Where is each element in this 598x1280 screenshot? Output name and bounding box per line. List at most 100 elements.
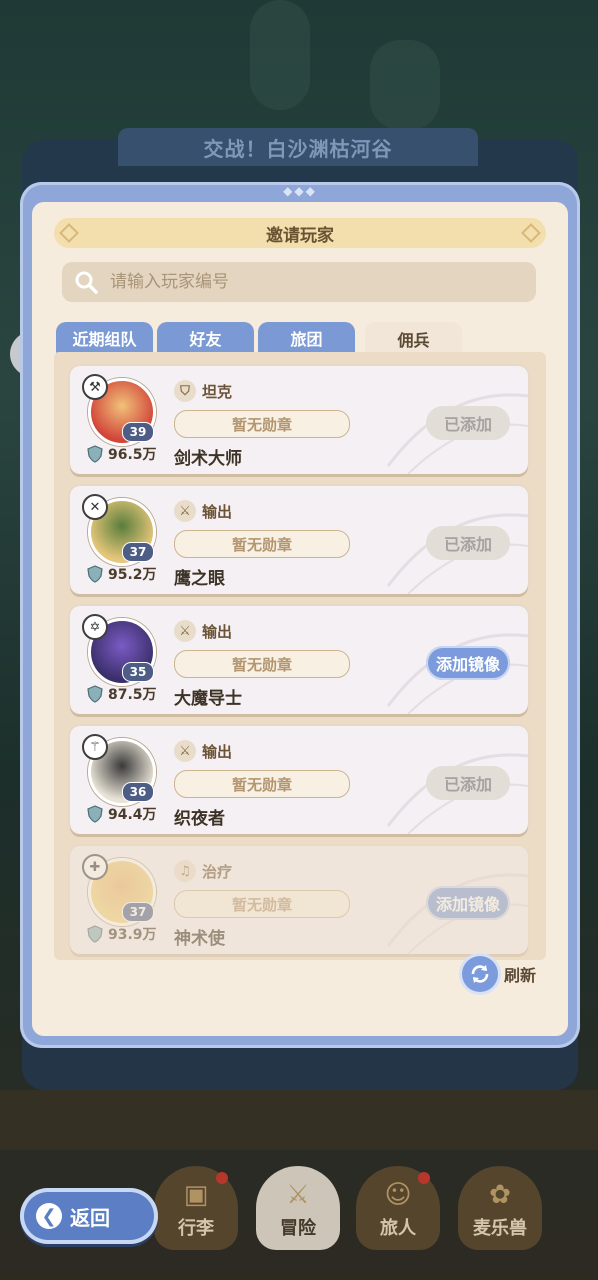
- refresh-icon: [461, 956, 498, 992]
- background-ground: [0, 1090, 598, 1150]
- tab-1[interactable]: 好友: [157, 322, 254, 354]
- nav-item-3[interactable]: ✿ 麦乐兽: [458, 1166, 542, 1250]
- role-label: 坦克: [202, 382, 233, 401]
- title-right-ornament: [521, 223, 541, 243]
- dialog-body: 邀请玩家 近期组队好友旅团佣兵 ⚒ 39 96.5万 ⛉ 坦克 暂无勋章 剑术大…: [32, 202, 568, 1036]
- background-rock: [370, 40, 440, 130]
- refresh-button[interactable]: 刷新: [461, 956, 536, 992]
- role-icon: ⛉: [174, 380, 196, 402]
- power-display: 95.2万: [86, 564, 157, 584]
- traveler-icon: ☺: [384, 1180, 412, 1210]
- power-shield-icon: [87, 565, 103, 583]
- role-icon: ⚔: [174, 740, 196, 762]
- player-role: ♫ 治疗: [174, 860, 232, 882]
- added-button[interactable]: 已添加: [426, 526, 510, 560]
- player-power: 96.5万: [108, 447, 157, 463]
- player-level: 37: [122, 902, 154, 922]
- crossed-swords-icon: ⚔: [286, 1180, 310, 1210]
- nav-item-0[interactable]: ▣ 行李: [154, 1166, 238, 1250]
- role-label: 治疗: [202, 862, 233, 881]
- search-bar[interactable]: [62, 262, 536, 302]
- player-level: 36: [122, 782, 154, 802]
- nav-label: 旅人: [380, 1218, 416, 1239]
- player-power: 87.5万: [108, 687, 157, 703]
- nav-label: 行李: [178, 1218, 214, 1239]
- player-name: 鹰之眼: [174, 569, 225, 589]
- bag-icon: ▣: [183, 1180, 209, 1210]
- back-label: 返回: [70, 1205, 110, 1230]
- player-level: 39: [122, 422, 154, 442]
- role-icon: ⚔: [174, 500, 196, 522]
- nav-label: 麦乐兽: [473, 1218, 527, 1239]
- player-card: ✚ 37 93.9万 ♫ 治疗 暂无勋章 神术使 添加镜像: [70, 846, 528, 954]
- player-name: 大魔导士: [174, 689, 242, 709]
- nav-item-1[interactable]: ⚔ 冒险: [256, 1166, 340, 1250]
- class-icon: ⚚: [82, 734, 108, 760]
- class-icon: ✚: [82, 854, 108, 880]
- added-button[interactable]: 已添加: [426, 766, 510, 800]
- medal-slot: 暂无勋章: [174, 650, 350, 678]
- tab-3[interactable]: 佣兵: [365, 322, 462, 356]
- role-label: 输出: [202, 502, 233, 521]
- player-card: ✡ 35 87.5万 ⚔ 输出 暂无勋章 大魔导士 添加镜像: [70, 606, 528, 714]
- role-icon: ♫: [174, 860, 196, 882]
- class-icon: ✡: [82, 614, 108, 640]
- player-power: 94.4万: [108, 807, 157, 823]
- add-mirror-button[interactable]: 添加镜像: [426, 886, 510, 920]
- notification-dot: [418, 1172, 430, 1184]
- power-shield-icon: [87, 805, 103, 823]
- background-header: 交战！白沙渊枯河谷: [118, 128, 478, 166]
- dialog-title-bar: 邀请玩家: [54, 218, 546, 248]
- back-button[interactable]: ❮ 返回: [20, 1188, 158, 1244]
- tab-0[interactable]: 近期组队: [56, 322, 153, 354]
- medal-slot: 暂无勋章: [174, 530, 350, 558]
- decor-diamonds: ◆◆◆: [283, 184, 317, 198]
- role-label: 输出: [202, 742, 233, 761]
- nav-item-2[interactable]: ☺ 旅人: [356, 1166, 440, 1250]
- class-icon: ⚒: [82, 374, 108, 400]
- medal-slot: 暂无勋章: [174, 770, 350, 798]
- search-icon: [75, 271, 98, 294]
- title-left-ornament: [59, 223, 79, 243]
- player-role: ⚔ 输出: [174, 740, 232, 762]
- power-display: 96.5万: [86, 444, 157, 464]
- refresh-label: 刷新: [503, 966, 536, 985]
- player-name: 织夜者: [174, 809, 225, 829]
- tab-2[interactable]: 旅团: [258, 322, 355, 354]
- added-button[interactable]: 已添加: [426, 406, 510, 440]
- player-card: ⚒ 39 96.5万 ⛉ 坦克 暂无勋章 剑术大师 已添加: [70, 366, 528, 474]
- role-label: 输出: [202, 622, 233, 641]
- player-card: ✕ 37 95.2万 ⚔ 输出 暂无勋章 鹰之眼 已添加: [70, 486, 528, 594]
- power-shield-icon: [87, 685, 103, 703]
- notification-dot: [216, 1172, 228, 1184]
- player-power: 95.2万: [108, 567, 157, 583]
- player-name: 剑术大师: [174, 449, 242, 469]
- player-role: ⛉ 坦克: [174, 380, 232, 402]
- player-card: ⚚ 36 94.4万 ⚔ 输出 暂无勋章 织夜者 已添加: [70, 726, 528, 834]
- background-rock: [250, 0, 310, 110]
- player-power: 93.9万: [108, 927, 157, 943]
- dialog-title: 邀请玩家: [266, 225, 334, 246]
- pet-icon: ✿: [489, 1180, 511, 1210]
- power-shield-icon: [87, 445, 103, 463]
- power-shield-icon: [87, 925, 103, 943]
- tab-bar: 近期组队 好友 旅团 佣兵: [56, 322, 462, 356]
- player-role: ⚔ 输出: [174, 500, 232, 522]
- power-display: 87.5万: [86, 684, 157, 704]
- player-id-input[interactable]: [108, 271, 536, 293]
- player-name: 神术使: [174, 929, 225, 949]
- player-list: ⚒ 39 96.5万 ⛉ 坦克 暂无勋章 剑术大师 已添加 ✕ 37 95.2万…: [54, 352, 546, 960]
- player-level: 35: [122, 662, 154, 682]
- back-arrow-icon: ❮: [36, 1203, 62, 1229]
- class-icon: ✕: [82, 494, 108, 520]
- medal-slot: 暂无勋章: [174, 890, 350, 918]
- add-mirror-button[interactable]: 添加镜像: [426, 646, 510, 680]
- player-level: 37: [122, 542, 154, 562]
- player-role: ⚔ 输出: [174, 620, 232, 642]
- nav-label: 冒险: [280, 1218, 316, 1239]
- power-display: 93.9万: [86, 924, 157, 944]
- role-icon: ⚔: [174, 620, 196, 642]
- power-display: 94.4万: [86, 804, 157, 824]
- invite-player-dialog: ◆◆◆ 邀请玩家 近期组队好友旅团佣兵 ⚒ 39 96.5万 ⛉ 坦克 暂无勋章…: [20, 182, 580, 1048]
- medal-slot: 暂无勋章: [174, 410, 350, 438]
